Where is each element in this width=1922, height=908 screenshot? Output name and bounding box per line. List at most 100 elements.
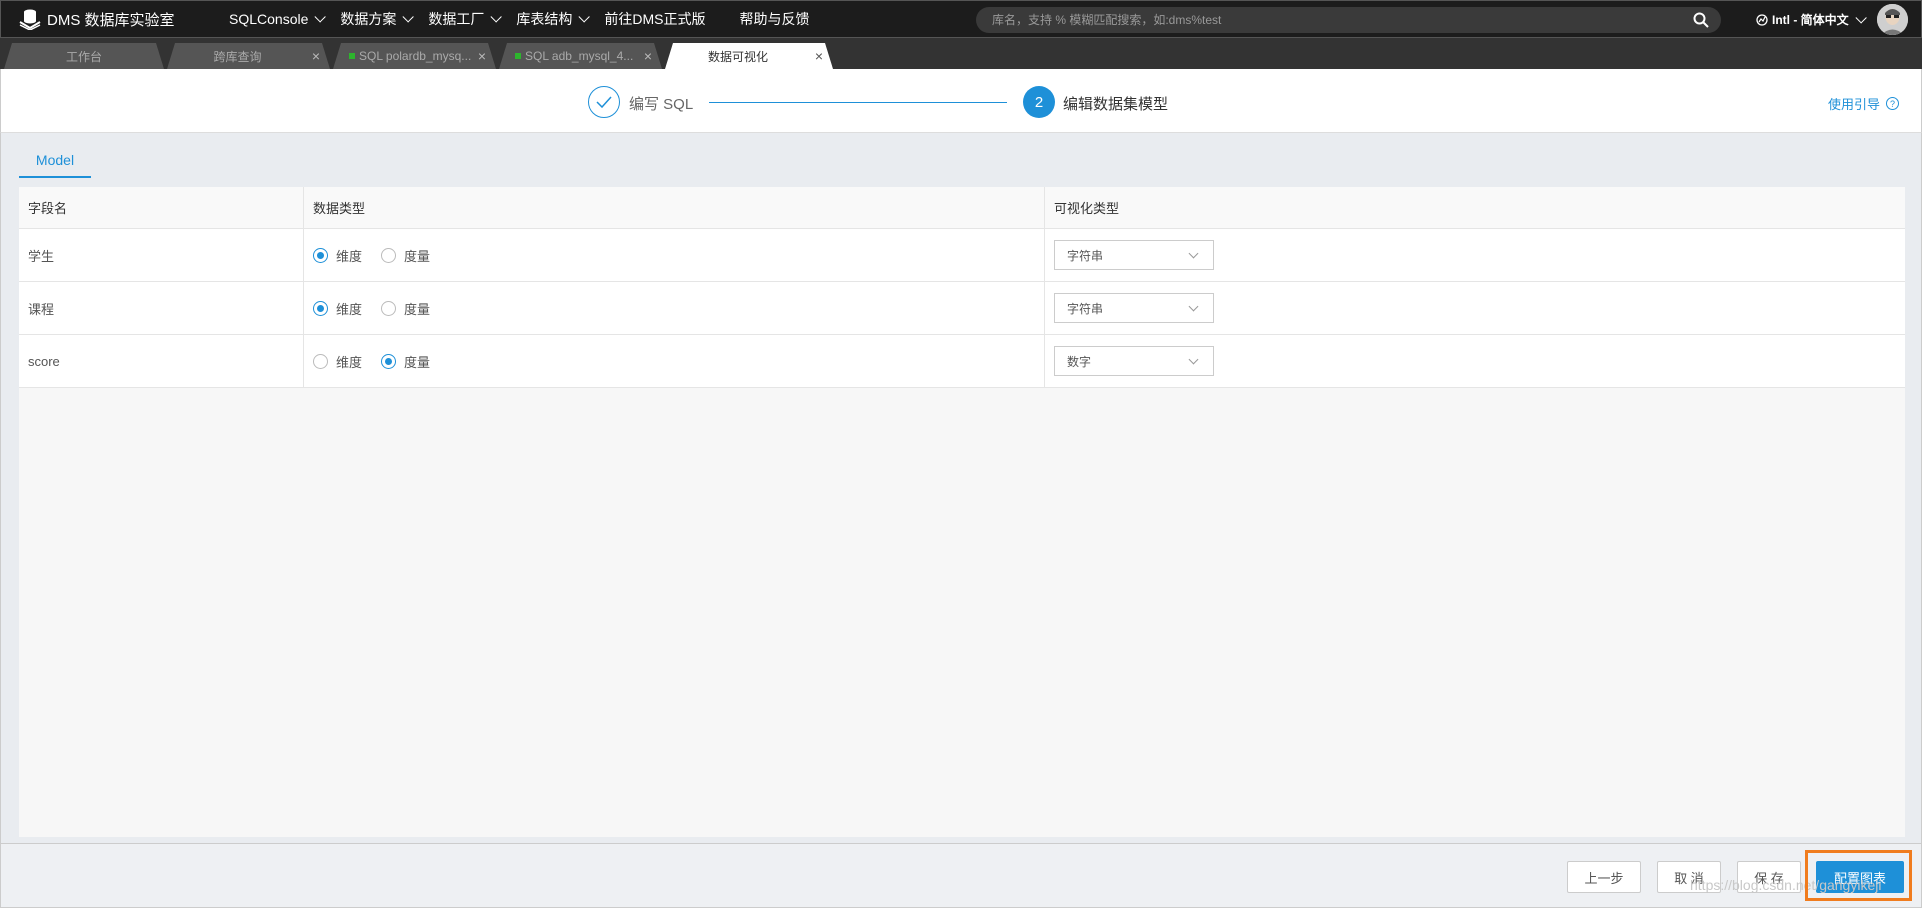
wizard-stepper: 编写 SQL 2 编辑数据集模型 使用引导 ? [0,69,1922,133]
tab-label: SQL adb_mysql_4... [525,49,634,63]
close-icon[interactable]: × [308,48,324,64]
global-search [976,7,1721,33]
vis-type-select[interactable]: 字符串 [1054,293,1214,323]
step-connector [709,102,1007,103]
measure-radio[interactable] [381,247,397,263]
vis-type-value: 字符串 [1067,301,1104,316]
tab-label: 跨库查询 [213,49,262,64]
tab-model-label: Model [35,152,75,168]
nav-help-feedback[interactable]: 帮助与反馈 [740,9,810,29]
nav-help-feedback-label: 帮助与反馈 [739,11,810,27]
column-header-field: 字段名 [19,187,304,228]
tab-data-visualization[interactable]: 数据可视化 × [665,43,833,69]
prev-step-label: 上一步 [1584,870,1624,886]
data-type-cell: 维度 度量 [304,229,1045,281]
prev-step-button[interactable]: 上一步 [1567,861,1641,893]
dimension-label: 维度 [336,248,363,264]
table-row: 课程 维度 度量 字符串 [19,282,1905,335]
help-icon: ? [1886,97,1900,110]
tab-sql-adb[interactable]: SQL adb_mysql_4... × [499,43,662,69]
vis-type-cell: 字符串 [1045,282,1905,334]
language-label: Intl - 简体中文 [1772,13,1849,27]
database-logo-icon [19,9,41,30]
step1-label: 编写 SQL [629,96,694,113]
dimension-radio[interactable] [313,353,328,369]
field-name: 课程 [19,282,304,334]
close-icon[interactable]: × [811,48,827,64]
chevron-down-icon [314,11,327,23]
tab-workbench[interactable]: 工作台 [4,43,164,69]
dimension-radio[interactable] [313,300,328,316]
column-header-vis-type: 可视化类型 [1054,201,1120,216]
dimension-label: 维度 [336,354,363,370]
table-row: score 维度 度量 数字 [19,335,1905,388]
chevron-down-icon [1855,11,1867,24]
measure-radio[interactable] [381,353,397,369]
data-type-radio-group: 维度 度量 [313,246,449,265]
field-name: score [19,335,304,387]
app-title: DMS 数据库实验室 [47,11,175,29]
nav-data-factory-label: 数据工厂 [428,11,485,27]
table-header: 字段名 数据类型 可视化类型 [19,187,1905,229]
chevron-down-icon [1188,354,1199,365]
column-header-data-type: 数据类型 [304,187,1045,228]
highlight-box [1805,850,1912,901]
step2-label: 编辑数据集模型 [1063,96,1169,113]
usage-guide-link[interactable]: 使用引导 ? [1828,94,1900,113]
top-navbar: DMS 数据库实验室 SQLConsole 数据方案 数据工厂 库表结构 前往D… [0,0,1922,38]
nav-data-solution-label: 数据方案 [340,11,397,27]
tab-cross-db-query[interactable]: 跨库查询 × [167,43,330,69]
data-type-radio-group: 维度 度量 [313,299,449,318]
model-panel: Model 字段名 数据类型 可视化类型 学生 维度 度量 字符串 课程 维度 … [0,133,1922,843]
nav-sqlconsole[interactable]: SQLConsole [229,11,327,27]
app-logo[interactable]: DMS 数据库实验室 [19,8,229,30]
close-icon[interactable]: × [474,48,490,64]
nav-data-factory[interactable]: 数据工厂 [428,9,503,29]
user-avatar-icon [1877,4,1908,35]
vis-type-select[interactable]: 数字 [1054,346,1214,376]
usage-guide-label: 使用引导 [1828,97,1881,112]
search-input[interactable] [992,13,1672,27]
measure-label: 度量 [404,248,431,264]
check-icon [596,96,612,108]
chevron-down-icon [1188,248,1199,259]
field-name: 学生 [19,229,304,281]
nav-goto-dms[interactable]: 前往DMS正式版 [604,9,705,29]
tab-label: 工作台 [65,49,102,64]
avatar[interactable] [1877,4,1908,35]
model-table: 字段名 数据类型 可视化类型 学生 维度 度量 字符串 课程 维度 度量 字符串… [19,187,1905,837]
globe-icon [1756,13,1768,26]
action-footer: 上一步 取 消 保 存 配置图表 [0,843,1922,908]
chevron-down-icon [402,11,415,23]
data-type-cell: 维度 度量 [304,282,1045,334]
tab-model[interactable]: Model [19,149,91,178]
chevron-down-icon [1188,301,1199,312]
measure-label: 度量 [404,354,431,370]
language-switcher[interactable]: Intl - 简体中文 [1756,11,1867,28]
connection-status-icon [515,53,521,59]
close-icon[interactable]: × [640,48,656,64]
vis-type-value: 字符串 [1067,248,1104,263]
dimension-label: 维度 [336,301,363,317]
chevron-down-icon [578,11,591,23]
tab-label: 数据可视化 [707,49,768,64]
tab-sql-polardb[interactable]: SQL polardb_mysq... × [333,43,496,69]
tab-label: SQL polardb_mysq... [359,49,472,63]
step2-indicator: 2 [1023,86,1055,118]
vis-type-cell: 数字 [1045,335,1905,387]
nav-goto-dms-label: 前往DMS正式版 [604,11,706,27]
measure-radio[interactable] [381,300,397,316]
data-type-radio-group: 维度 度量 [313,352,449,371]
vis-type-select[interactable]: 字符串 [1054,240,1214,270]
dimension-radio[interactable] [313,247,328,263]
nav-sqlconsole-label: SQLConsole [229,11,309,27]
nav-table-structure[interactable]: 库表结构 [516,9,591,29]
vis-type-cell: 字符串 [1045,229,1905,281]
table-row: 学生 维度 度量 字符串 [19,229,1905,282]
nav-table-structure-label: 库表结构 [516,11,573,27]
search-icon[interactable] [1693,12,1709,28]
nav-data-solution[interactable]: 数据方案 [340,9,415,29]
connection-status-icon [349,53,355,59]
data-type-cell: 维度 度量 [304,335,1045,387]
vis-type-value: 数字 [1067,354,1092,369]
